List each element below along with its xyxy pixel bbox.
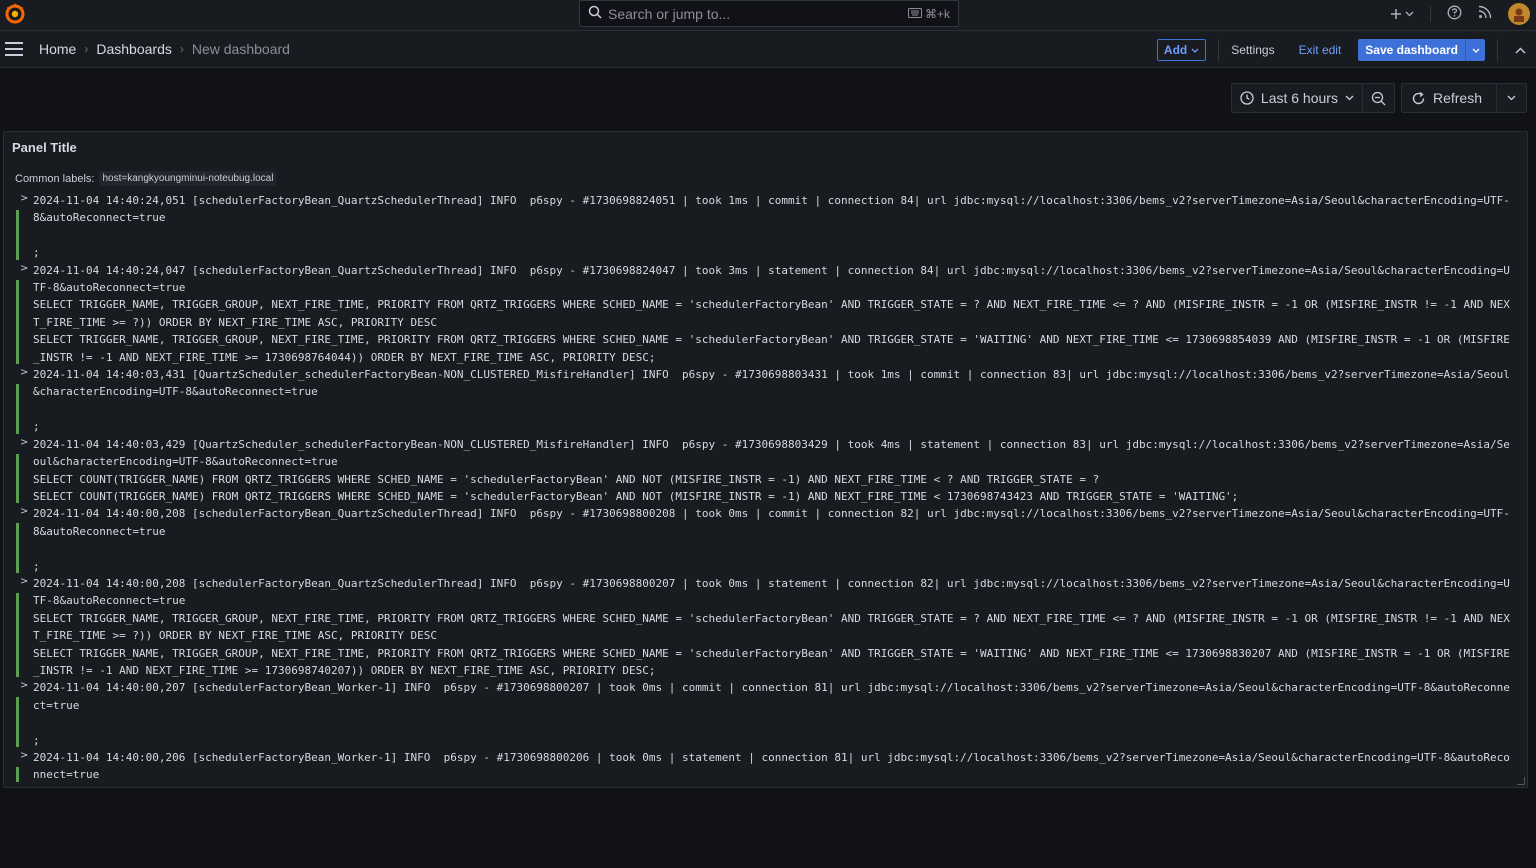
chevron-right-icon[interactable]: > — [20, 750, 28, 761]
chevron-down-icon — [1191, 48, 1199, 53]
log-level-indicator — [16, 767, 19, 782]
log-row-gutter: > — [15, 505, 32, 575]
dashboard-nav-bar: Home › Dashboards › New dashboard Add Se… — [0, 31, 1536, 68]
chevron-up-icon[interactable] — [1504, 47, 1536, 54]
help-icon[interactable] — [1447, 5, 1462, 23]
grafana-logo-icon[interactable] — [4, 2, 26, 24]
chevron-right-icon[interactable]: > — [20, 576, 28, 587]
log-row-gutter: > — [15, 575, 32, 679]
divider — [1497, 39, 1498, 61]
time-controls: Last 6 hours Refresh — [1230, 83, 1527, 113]
chevron-right-icon: › — [84, 42, 89, 56]
log-message: 2024-11-04 14:40:03,431 [QuartzScheduler… — [33, 368, 1510, 434]
log-level-indicator — [16, 523, 19, 573]
menu-icon[interactable] — [5, 42, 23, 56]
log-message: 2024-11-04 14:40:00,208 [schedulerFactor… — [33, 576, 1510, 677]
common-labels-label: Common labels: — [15, 172, 95, 185]
breadcrumb-current: New dashboard — [191, 41, 290, 57]
plus-icon[interactable] — [1390, 8, 1414, 20]
log-row-gutter: > — [15, 679, 32, 749]
refresh-icon — [1412, 91, 1425, 104]
log-row[interactable]: > 2024-11-04 14:40:24,047 [schedulerFact… — [15, 262, 1515, 366]
breadcrumb-dashboards[interactable]: Dashboards — [96, 41, 172, 57]
refresh-picker: Refresh — [1400, 83, 1527, 113]
log-message: 2024-11-04 14:40:03,429 [QuartzScheduler… — [33, 437, 1510, 503]
common-labels: Common labels: host=kangkyoungminui-note… — [15, 171, 277, 186]
zoom-out-icon — [1371, 91, 1386, 105]
add-button-label: Add — [1163, 43, 1188, 57]
search-placeholder: Search or jump to... — [608, 5, 731, 22]
refresh-button[interactable]: Refresh — [1402, 84, 1496, 112]
chevron-down-icon[interactable] — [1465, 39, 1485, 61]
refresh-label: Refresh — [1432, 90, 1482, 106]
search-shortcut: ⌘+k — [907, 6, 950, 21]
breadcrumb: Home › Dashboards › New dashboard — [39, 41, 290, 57]
log-message: 2024-11-04 14:40:24,051 [schedulerFactor… — [33, 194, 1510, 260]
log-level-indicator — [16, 384, 19, 434]
log-row[interactable]: > 2024-11-04 14:40:00,207 [schedulerFact… — [15, 679, 1515, 749]
chevron-right-icon[interactable]: > — [20, 680, 28, 691]
log-row-gutter: > — [15, 749, 32, 782]
search-shortcut-text: ⌘+k — [924, 6, 950, 21]
log-level-indicator — [16, 279, 19, 365]
time-range-label: Last 6 hours — [1260, 90, 1338, 106]
settings-button[interactable]: Settings — [1231, 43, 1274, 57]
refresh-interval-dropdown[interactable] — [1496, 84, 1526, 112]
log-row[interactable]: > 2024-11-04 14:40:00,206 [schedulerFact… — [15, 749, 1515, 782]
log-row[interactable]: > 2024-11-04 14:40:24,051 [schedulerFact… — [15, 192, 1515, 262]
log-row[interactable]: > 2024-11-04 14:40:00,208 [schedulerFact… — [15, 505, 1515, 575]
avatar[interactable] — [1508, 2, 1530, 25]
chevron-right-icon[interactable]: > — [20, 367, 28, 378]
breadcrumb-home[interactable]: Home — [39, 41, 76, 57]
chevron-down-icon — [1507, 95, 1516, 101]
panel-title[interactable]: Panel Title — [12, 140, 77, 155]
log-message: 2024-11-04 14:40:00,206 [schedulerFactor… — [33, 751, 1510, 782]
clock-icon — [1240, 91, 1254, 105]
save-dashboard-button[interactable]: Save dashboard — [1358, 39, 1485, 61]
chevron-down-icon — [1345, 95, 1354, 101]
log-row[interactable]: > 2024-11-04 14:40:03,431 [QuartzSchedul… — [15, 366, 1515, 436]
exit-edit-button[interactable]: Exit edit — [1299, 43, 1342, 57]
time-range-button[interactable]: Last 6 hours — [1232, 84, 1362, 112]
search-input[interactable]: Search or jump to... ⌘+k — [579, 0, 959, 27]
log-row-gutter: > — [15, 262, 32, 366]
log-message: 2024-11-04 14:40:00,207 [schedulerFactor… — [33, 681, 1510, 747]
top-bar: Search or jump to... ⌘+k — [0, 0, 1536, 31]
search-icon — [588, 5, 602, 22]
chevron-right-icon[interactable]: > — [20, 437, 28, 448]
save-dashboard-label: Save dashboard — [1365, 43, 1458, 57]
log-level-indicator — [16, 592, 19, 678]
chevron-right-icon[interactable]: > — [20, 506, 28, 517]
zoom-out-button[interactable] — [1361, 84, 1394, 112]
panel-resize-handle[interactable] — [1517, 777, 1525, 785]
log-level-indicator — [16, 697, 19, 747]
chevron-right-icon: › — [179, 42, 184, 56]
log-message: 2024-11-04 14:40:24,047 [schedulerFactor… — [33, 263, 1510, 364]
log-row-gutter: > — [15, 436, 32, 506]
log-message: 2024-11-04 14:40:00,208 [schedulerFactor… — [33, 507, 1510, 573]
divider — [1218, 39, 1220, 61]
log-level-indicator — [16, 210, 19, 260]
log-level-indicator — [16, 453, 19, 504]
divider — [1430, 5, 1431, 22]
log-row[interactable]: > 2024-11-04 14:40:03,429 [QuartzSchedul… — [15, 436, 1515, 506]
add-button[interactable]: Add — [1156, 39, 1207, 61]
dashboard-actions: Add Settings Exit edit Save dashboard — [1156, 38, 1536, 62]
chevron-right-icon[interactable]: > — [20, 263, 28, 274]
time-range-picker: Last 6 hours — [1230, 83, 1395, 113]
logs-panel[interactable]: Panel Title Common labels: host=kangkyou… — [3, 131, 1528, 788]
top-right-actions — [1390, 0, 1530, 27]
log-rows: > 2024-11-04 14:40:24,051 [schedulerFact… — [15, 192, 1515, 782]
log-row-gutter: > — [15, 192, 32, 262]
log-row[interactable]: > 2024-11-04 14:40:00,208 [schedulerFact… — [15, 575, 1515, 679]
log-row-gutter: > — [15, 366, 32, 436]
common-label-chip: host=kangkyoungminui-noteubug.local — [99, 171, 277, 186]
chevron-right-icon[interactable]: > — [20, 193, 28, 204]
keyboard-icon — [907, 7, 922, 21]
rss-icon[interactable] — [1478, 5, 1492, 22]
